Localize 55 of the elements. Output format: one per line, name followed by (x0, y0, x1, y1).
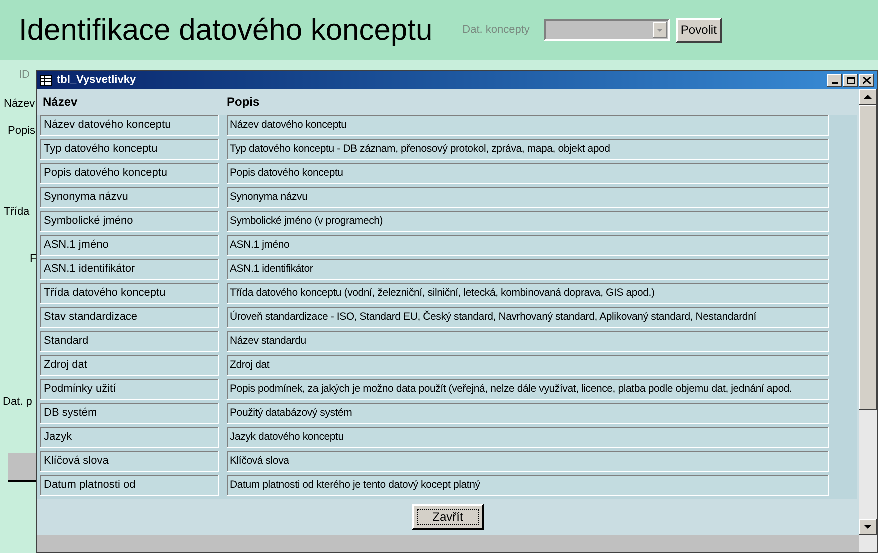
name-cell: Zdroj dat (40, 355, 219, 376)
column-header: Název (43, 94, 79, 111)
column-header: Popis (227, 94, 260, 111)
description-cell: Třída datového konceptu (vodní, železniční, silniční, letecká, kombinovaná doprava, GIS apod.) (227, 283, 829, 304)
name-cell: Typ datového konceptu (40, 139, 219, 160)
description-cell: Jazyk datového konceptu (227, 427, 829, 448)
scroll-down-icon[interactable] (859, 519, 877, 535)
description-cell: Symbolické jméno (v programech) (227, 211, 829, 232)
combo-label: Dat. koncepty (462, 22, 530, 38)
minimize-icon (832, 82, 838, 84)
name-cell: Název datového konceptu (40, 115, 219, 136)
form-label: F (30, 253, 36, 266)
maximize-icon (846, 76, 854, 84)
name-cell: Klíčová slova (40, 451, 219, 472)
form-label: Třída (4, 206, 31, 219)
table-icon (40, 74, 52, 86)
name-cell: Jazyk (40, 427, 219, 448)
description-cell: Úroveň standardizace - ISO, Standard EU, Český standard, Navrhovaný standard, Aplikovaný standard, Nestandardní (227, 307, 829, 328)
description-cell: Zdroj dat (227, 355, 829, 376)
description-cell: Typ datového konceptu - DB záznam, přenosový protokol, zpráva, mapa, objekt apod (227, 139, 829, 160)
name-cell: Standard (40, 331, 219, 352)
name-cell: Symbolické jméno (40, 211, 219, 232)
maximize-button[interactable] (843, 74, 858, 86)
description-cell: ASN.1 identifikátor (227, 259, 829, 280)
description-cell: Klíčová slova (227, 451, 829, 472)
form-label: Popis (8, 125, 36, 138)
description-cell: Název datového konceptu (227, 115, 829, 136)
close-dialog-button[interactable]: Zavřít (412, 504, 484, 530)
form-label: Název (4, 98, 36, 111)
description-cell: Popis podmínek, za jakých je možno data použít (veřejná, nelze dále využívat, licence, platba podle objemu dat, jednání apod. (227, 379, 829, 400)
concepts-combo[interactable] (544, 19, 670, 41)
description-cell: Datum platnosti od kterého je tento datový kocept platný (227, 475, 829, 496)
name-cell: Popis datového konceptu (40, 163, 219, 184)
description-cell: Popis datového konceptu (227, 163, 829, 184)
close-button[interactable] (859, 74, 874, 86)
page-title: Identifikace datového konceptu (19, 12, 433, 48)
name-cell: ASN.1 jméno (40, 235, 219, 256)
close-icon (862, 76, 870, 84)
name-cell: Datum platnosti od (40, 475, 219, 496)
description-cell: Název standardu (227, 331, 829, 352)
form-label: Dat. p (3, 396, 34, 409)
enable-button[interactable]: Povolit (676, 18, 722, 42)
name-cell: Podmínky užití (40, 379, 219, 400)
name-cell: Synonyma názvu (40, 187, 219, 208)
form-label: ID (19, 69, 31, 82)
description-cell: Synonyma názvu (227, 187, 829, 208)
name-cell: Třída datového konceptu (40, 283, 219, 304)
name-cell: ASN.1 identifikátor (40, 259, 219, 280)
scroll-up-icon[interactable] (859, 89, 877, 105)
minimize-button[interactable] (827, 74, 842, 86)
name-cell: Stav standardizace (40, 307, 219, 328)
window-title: tbl_Vysvetlivky (57, 72, 136, 88)
description-cell: Použitý databázový systém (227, 403, 829, 424)
name-cell: DB systém (40, 403, 219, 424)
description-cell: ASN.1 jméno (227, 235, 829, 256)
